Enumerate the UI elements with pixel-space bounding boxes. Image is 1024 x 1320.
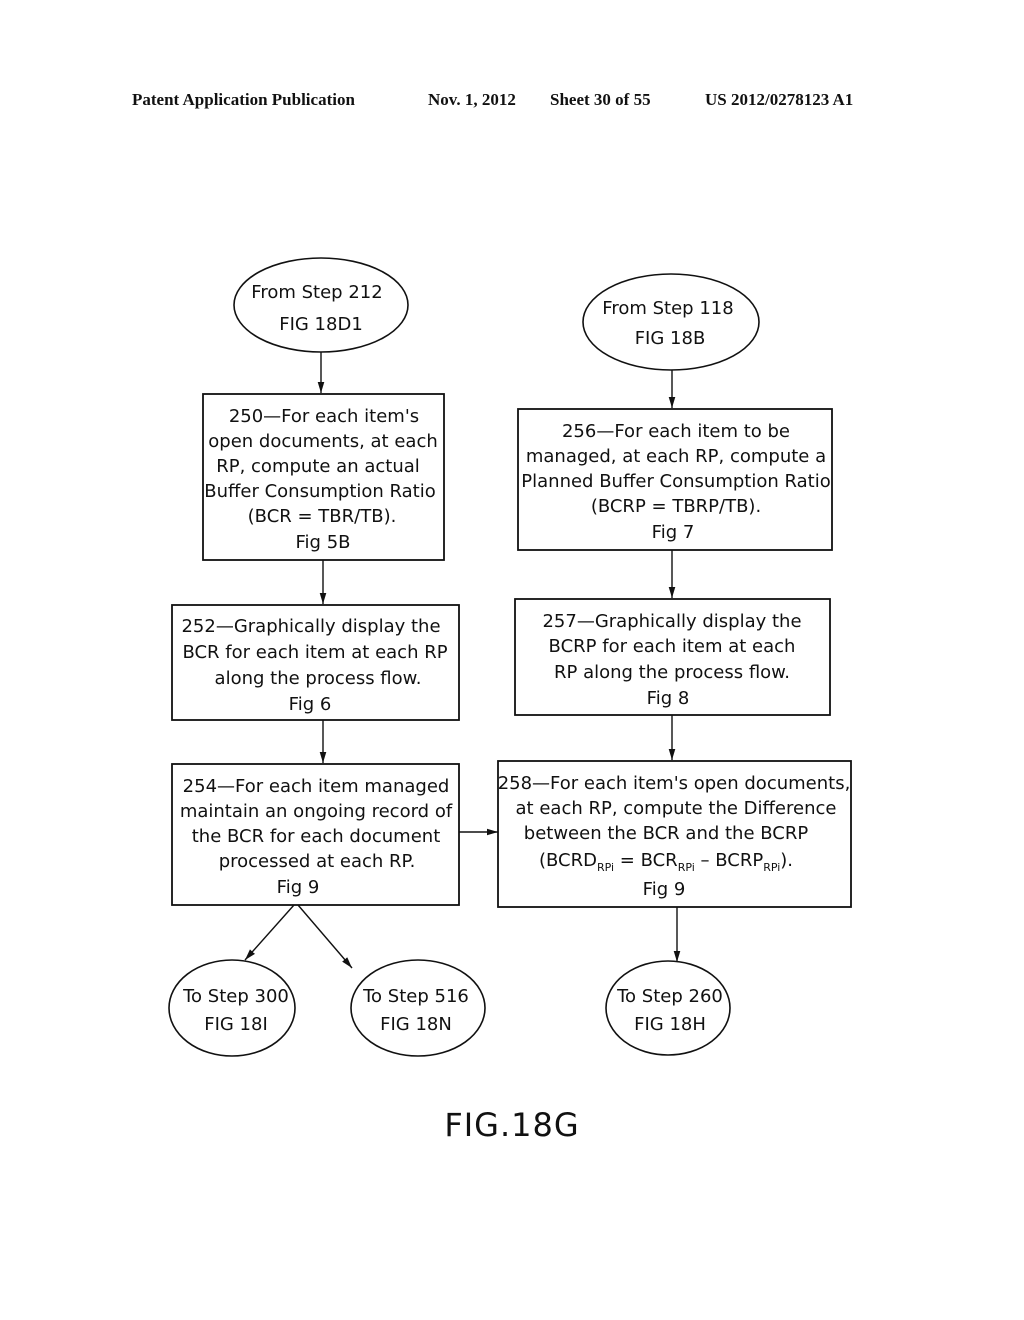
step-text: the BCR for each document [192,826,441,847]
oval-line: From Step 212 [251,282,382,303]
step-257-box: 257—Graphically display the BCRP for eac… [514,598,831,716]
step-text: Fig 5B [296,532,351,553]
oval-line: FIG 18I [204,1014,268,1035]
oval-line: To Step 260 [616,986,723,1007]
step-text: 252—Graphically display the [181,616,440,637]
step-text: BCRP for each item at each [549,636,796,657]
oval-line: FIG 18N [380,1014,452,1035]
step-formula: (BCRDRPi = BCRRPi – BCRPRPi). [539,850,793,874]
connector-to-step-260: To Step 260 FIG 18H [605,960,731,1056]
oval-line: FIG 18B [635,328,706,349]
step-text: 250—For each item's [229,406,419,427]
step-258-box: 258—For each item's open documents, at e… [497,760,852,908]
oval-line: To Step 300 [182,986,289,1007]
step-text: 257—Graphically display the [542,611,801,632]
step-text: Fig 9 [277,877,320,898]
step-text: Fig 8 [647,688,690,709]
step-text: Planned Buffer Consumption Ratio [521,471,830,492]
step-text: BCR for each item at each RP [182,642,447,663]
step-252-box: 252—Graphically display the BCR for each… [171,604,460,721]
step-text: Fig 6 [289,694,332,715]
step-text: processed at each RP. [219,851,416,872]
step-text: open documents, at each [208,431,438,452]
oval-line: FIG 18H [634,1014,706,1035]
oval-line: From Step 118 [602,298,733,319]
connector-to-step-300: To Step 300 FIG 18I [168,959,296,1057]
step-text: at each RP, compute the Difference [516,798,837,819]
connector-from-step-212: From Step 212 FIG 18D1 [233,257,409,353]
step-text: Fig 9 [643,879,686,900]
figure-label: FIG.18G [444,1106,580,1144]
step-text: managed, at each RP, compute a [526,446,826,467]
step-text: between the BCR and the BCRP [524,823,809,844]
step-text: along the process flow. [215,668,422,689]
step-256-box: 256—For each item to be managed, at each… [517,408,833,551]
step-text: Buffer Consumption Ratio [204,481,436,502]
step-text: RP along the process flow. [554,662,790,683]
oval-line: FIG 18D1 [279,314,363,335]
arrow [297,904,353,969]
step-text: RP, compute an actual [216,456,420,477]
step-text: 254—For each item managed [183,776,450,797]
step-text: 258—For each item's open documents, [498,773,851,794]
step-text: Fig 7 [652,522,695,543]
step-text: (BCR = TBR/TB). [248,506,397,527]
connector-from-step-118: From Step 118 FIG 18B [582,273,760,371]
step-text: maintain an ongoing record of [180,801,453,822]
step-254-box: 254—For each item managed maintain an on… [171,763,460,906]
oval-line: To Step 516 [362,986,469,1007]
step-text: (BCRP = TBRP/TB). [591,496,761,517]
step-250-box: 250—For each item's open documents, at e… [202,393,445,561]
connector-to-step-516: To Step 516 FIG 18N [350,959,486,1057]
step-text: 256—For each item to be [562,421,790,442]
arrow [244,904,295,961]
